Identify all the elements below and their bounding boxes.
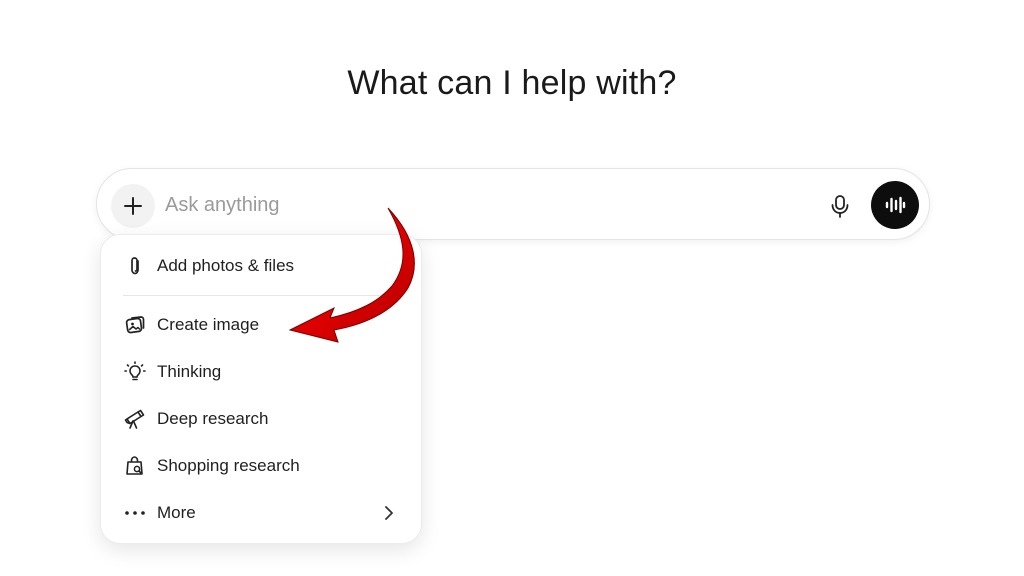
menu-divider	[123, 295, 403, 296]
menu-item-thinking[interactable]: Thinking	[109, 352, 415, 392]
voice-mode-button[interactable]	[871, 181, 919, 229]
menu-item-label: More	[157, 503, 196, 522]
image-icon	[123, 313, 147, 337]
menu-item-deep-research[interactable]: Deep research	[109, 399, 415, 439]
menu-item-label: Add photos & files	[157, 256, 295, 275]
lightbulb-icon	[123, 360, 147, 384]
add-attachment-button[interactable]	[111, 184, 155, 228]
chevron-right-icon	[377, 501, 401, 525]
plus-icon	[124, 197, 142, 215]
tools-menu: Add photos & files Create image Thinking	[100, 234, 422, 544]
shopping-bag-icon	[123, 454, 147, 478]
page-title: What can I help with?	[347, 64, 677, 102]
menu-item-shopping-research[interactable]: Shopping research	[109, 446, 415, 486]
menu-item-create-image[interactable]: Create image	[109, 305, 415, 345]
ask-input[interactable]	[165, 191, 785, 219]
microphone-icon	[831, 195, 849, 218]
menu-item-label: Create image	[157, 315, 260, 334]
menu-item-label: Deep research	[157, 409, 269, 428]
menu-item-more[interactable]: More	[109, 493, 415, 533]
telescope-icon	[123, 407, 147, 431]
paperclip-icon	[123, 254, 147, 278]
chat-composer	[96, 168, 930, 240]
dictate-button[interactable]	[825, 191, 855, 221]
menu-item-label: Shopping research	[157, 456, 300, 475]
ellipsis-icon	[123, 501, 147, 525]
menu-item-add-photos-files[interactable]: Add photos & files	[109, 246, 415, 286]
menu-item-label: Thinking	[157, 362, 222, 381]
voice-waveform-icon	[885, 196, 906, 214]
